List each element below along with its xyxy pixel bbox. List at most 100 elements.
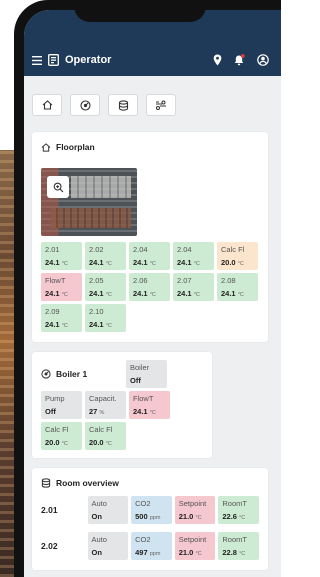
tile-unit: °C — [61, 441, 68, 447]
tile-value-row: On — [92, 548, 125, 557]
floorplan-tile[interactable]: 2.08 24.1 °C — [217, 273, 258, 301]
room-cell[interactable]: CO2 497 ppm — [131, 532, 172, 560]
room-cell[interactable]: RoomT 22.8 °C — [218, 532, 259, 560]
tile-value-row: 24.1 °C — [221, 289, 254, 298]
tile-value-row: Off — [45, 407, 78, 416]
main-content: Floorplan 2.01 24.1 °C 2.02 24.1 °C 2.04 24.1… — [24, 76, 281, 570]
tile-value-row: 22.6 °C — [222, 512, 255, 521]
phone-frame: Operator Floorplan 2.01 24.1 °C 2.02 24.… — [14, 0, 281, 577]
floorplan-tile[interactable]: 2.09 24.1 °C — [41, 304, 82, 332]
room-cell[interactable]: Auto On — [87, 532, 129, 560]
tile-value: 24.1 — [45, 289, 60, 298]
tile-label: 2.08 — [221, 276, 236, 285]
tile-value: On — [91, 512, 102, 521]
room-cell[interactable]: RoomT 22.6 °C — [218, 496, 259, 524]
notification-bell-icon[interactable] — [234, 54, 245, 66]
tile-value-row: 497 ppm — [135, 548, 168, 557]
tile-value: 24.1 — [89, 320, 104, 329]
tile-value-row: On — [92, 512, 125, 521]
boiler-tile[interactable]: FlowT 24.1 °C — [129, 391, 170, 419]
floorplan-tile[interactable]: 2.10 24.1 °C — [85, 304, 126, 332]
floorplan-map-image[interactable] — [41, 168, 137, 236]
tile-value: 24.1 — [177, 258, 192, 267]
tile-value: 497 — [135, 548, 148, 557]
tile-value: 21.0 — [178, 512, 194, 521]
tile-value-row: 24.1 °C — [177, 289, 210, 298]
tile-unit: °C — [105, 323, 112, 329]
location-pin-icon[interactable] — [213, 54, 222, 66]
layers-button[interactable] — [108, 94, 138, 116]
fan-icon — [155, 100, 167, 110]
tile-value-row: 24.1 °C — [45, 289, 78, 298]
floorplan-tile[interactable]: 2.07 24.1 °C — [173, 273, 214, 301]
tile-label: Auto — [91, 535, 107, 544]
boiler-tile[interactable]: Pump Off — [41, 391, 82, 419]
home-button[interactable] — [32, 94, 62, 116]
boiler-tile[interactable]: Calc Fl 20.0 °C — [85, 422, 126, 450]
room-cell[interactable]: CO2 500 ppm — [131, 496, 172, 524]
tile-unit: °C — [237, 261, 244, 267]
tile-unit: % — [99, 410, 105, 416]
boiler-tile[interactable]: Boiler Off — [126, 360, 167, 388]
tile-value: 24.1 — [133, 258, 148, 267]
floorplan-tile[interactable]: 2.04 24.1 °C — [129, 242, 170, 270]
floorplan-tile[interactable]: 2.06 24.1 °C — [129, 273, 170, 301]
tile-value: 22.6 — [222, 512, 237, 521]
tile-label: 2.07 — [177, 276, 192, 285]
floorplan-tile[interactable]: FlowT 24.1 °C — [41, 273, 82, 301]
room-overview-title: Room overview — [56, 478, 119, 488]
tile-value: 20.0 — [221, 258, 236, 267]
tile-value-row: 22.8 °C — [222, 548, 255, 557]
app-title: Operator — [65, 54, 112, 66]
tile-value-row: 24.1 °C — [89, 289, 122, 298]
tile-value: 24.1 — [133, 289, 148, 298]
tile-unit: °C — [61, 292, 68, 298]
floorplan-tile[interactable]: 2.04 24.1 °C — [173, 242, 214, 270]
tile-value-row: 20.0 °C — [45, 438, 78, 447]
tile-unit: °C — [61, 261, 68, 267]
floorplan-tile[interactable]: 2.05 24.1 °C — [85, 273, 126, 301]
floorplan-header: Floorplan — [41, 142, 259, 152]
tile-value: 24.1 — [89, 258, 104, 267]
zoom-in-icon — [53, 182, 64, 193]
tile-value: 27 — [89, 407, 98, 416]
boiler-tile[interactable]: Calc Fl 20.0 °C — [41, 422, 82, 450]
room-cell[interactable]: Setpoint 21.0 °C — [174, 532, 216, 560]
zoom-button[interactable] — [47, 176, 69, 198]
fan-button[interactable] — [146, 94, 176, 116]
room-row[interactable]: 2.02 Auto On CO2 497 ppm Setpoint 21.0 °C RoomT… — [41, 532, 259, 560]
menu-icon[interactable] — [32, 55, 42, 65]
room-cell[interactable]: Setpoint 21.0 °C — [174, 496, 216, 524]
boiler-tile[interactable]: Capacit. 27 % — [85, 391, 126, 419]
tile-unit: °C — [105, 441, 112, 447]
tile-value: 24.1 — [133, 407, 148, 416]
tile-value: 21.0 — [178, 548, 194, 557]
room-overview-card: Room overview 2.01 Auto On CO2 500 ppm Setpoi… — [32, 468, 268, 570]
boiler-header: Boiler 1 — [41, 360, 123, 388]
room-row[interactable]: 2.01 Auto On CO2 500 ppm Setpoint 21.0 °C RoomT… — [41, 496, 259, 524]
tile-value: 24.1 — [177, 289, 192, 298]
floorplan-tile[interactable]: 2.01 24.1 °C — [41, 242, 82, 270]
account-icon[interactable] — [257, 54, 269, 66]
tile-label: 2.06 — [133, 276, 148, 285]
tile-value: 24.1 — [89, 289, 104, 298]
tile-value: 24.1 — [45, 320, 60, 329]
tile-value-row: 24.1 °C — [133, 258, 166, 267]
gauge-button[interactable] — [70, 94, 100, 116]
tile-unit: °C — [149, 261, 156, 267]
floorplan-tile[interactable]: Calc Fl 20.0 °C — [217, 242, 258, 270]
tile-unit: °C — [149, 410, 156, 416]
app-logo-icon — [48, 54, 59, 66]
layers-icon — [41, 478, 51, 488]
gauge-icon — [79, 99, 91, 111]
tile-unit: ppm — [149, 551, 161, 557]
room-name: 2.01 — [41, 505, 58, 515]
tile-label: FlowT — [133, 394, 154, 403]
tile-value-row: 20.0 °C — [89, 438, 122, 447]
tile-unit: °C — [149, 292, 156, 298]
tile-unit: °C — [237, 292, 244, 298]
room-cell[interactable]: Auto On — [87, 496, 129, 524]
tile-label: RoomT — [222, 535, 247, 544]
tile-unit: ppm — [149, 515, 161, 521]
floorplan-tile[interactable]: 2.02 24.1 °C — [85, 242, 126, 270]
